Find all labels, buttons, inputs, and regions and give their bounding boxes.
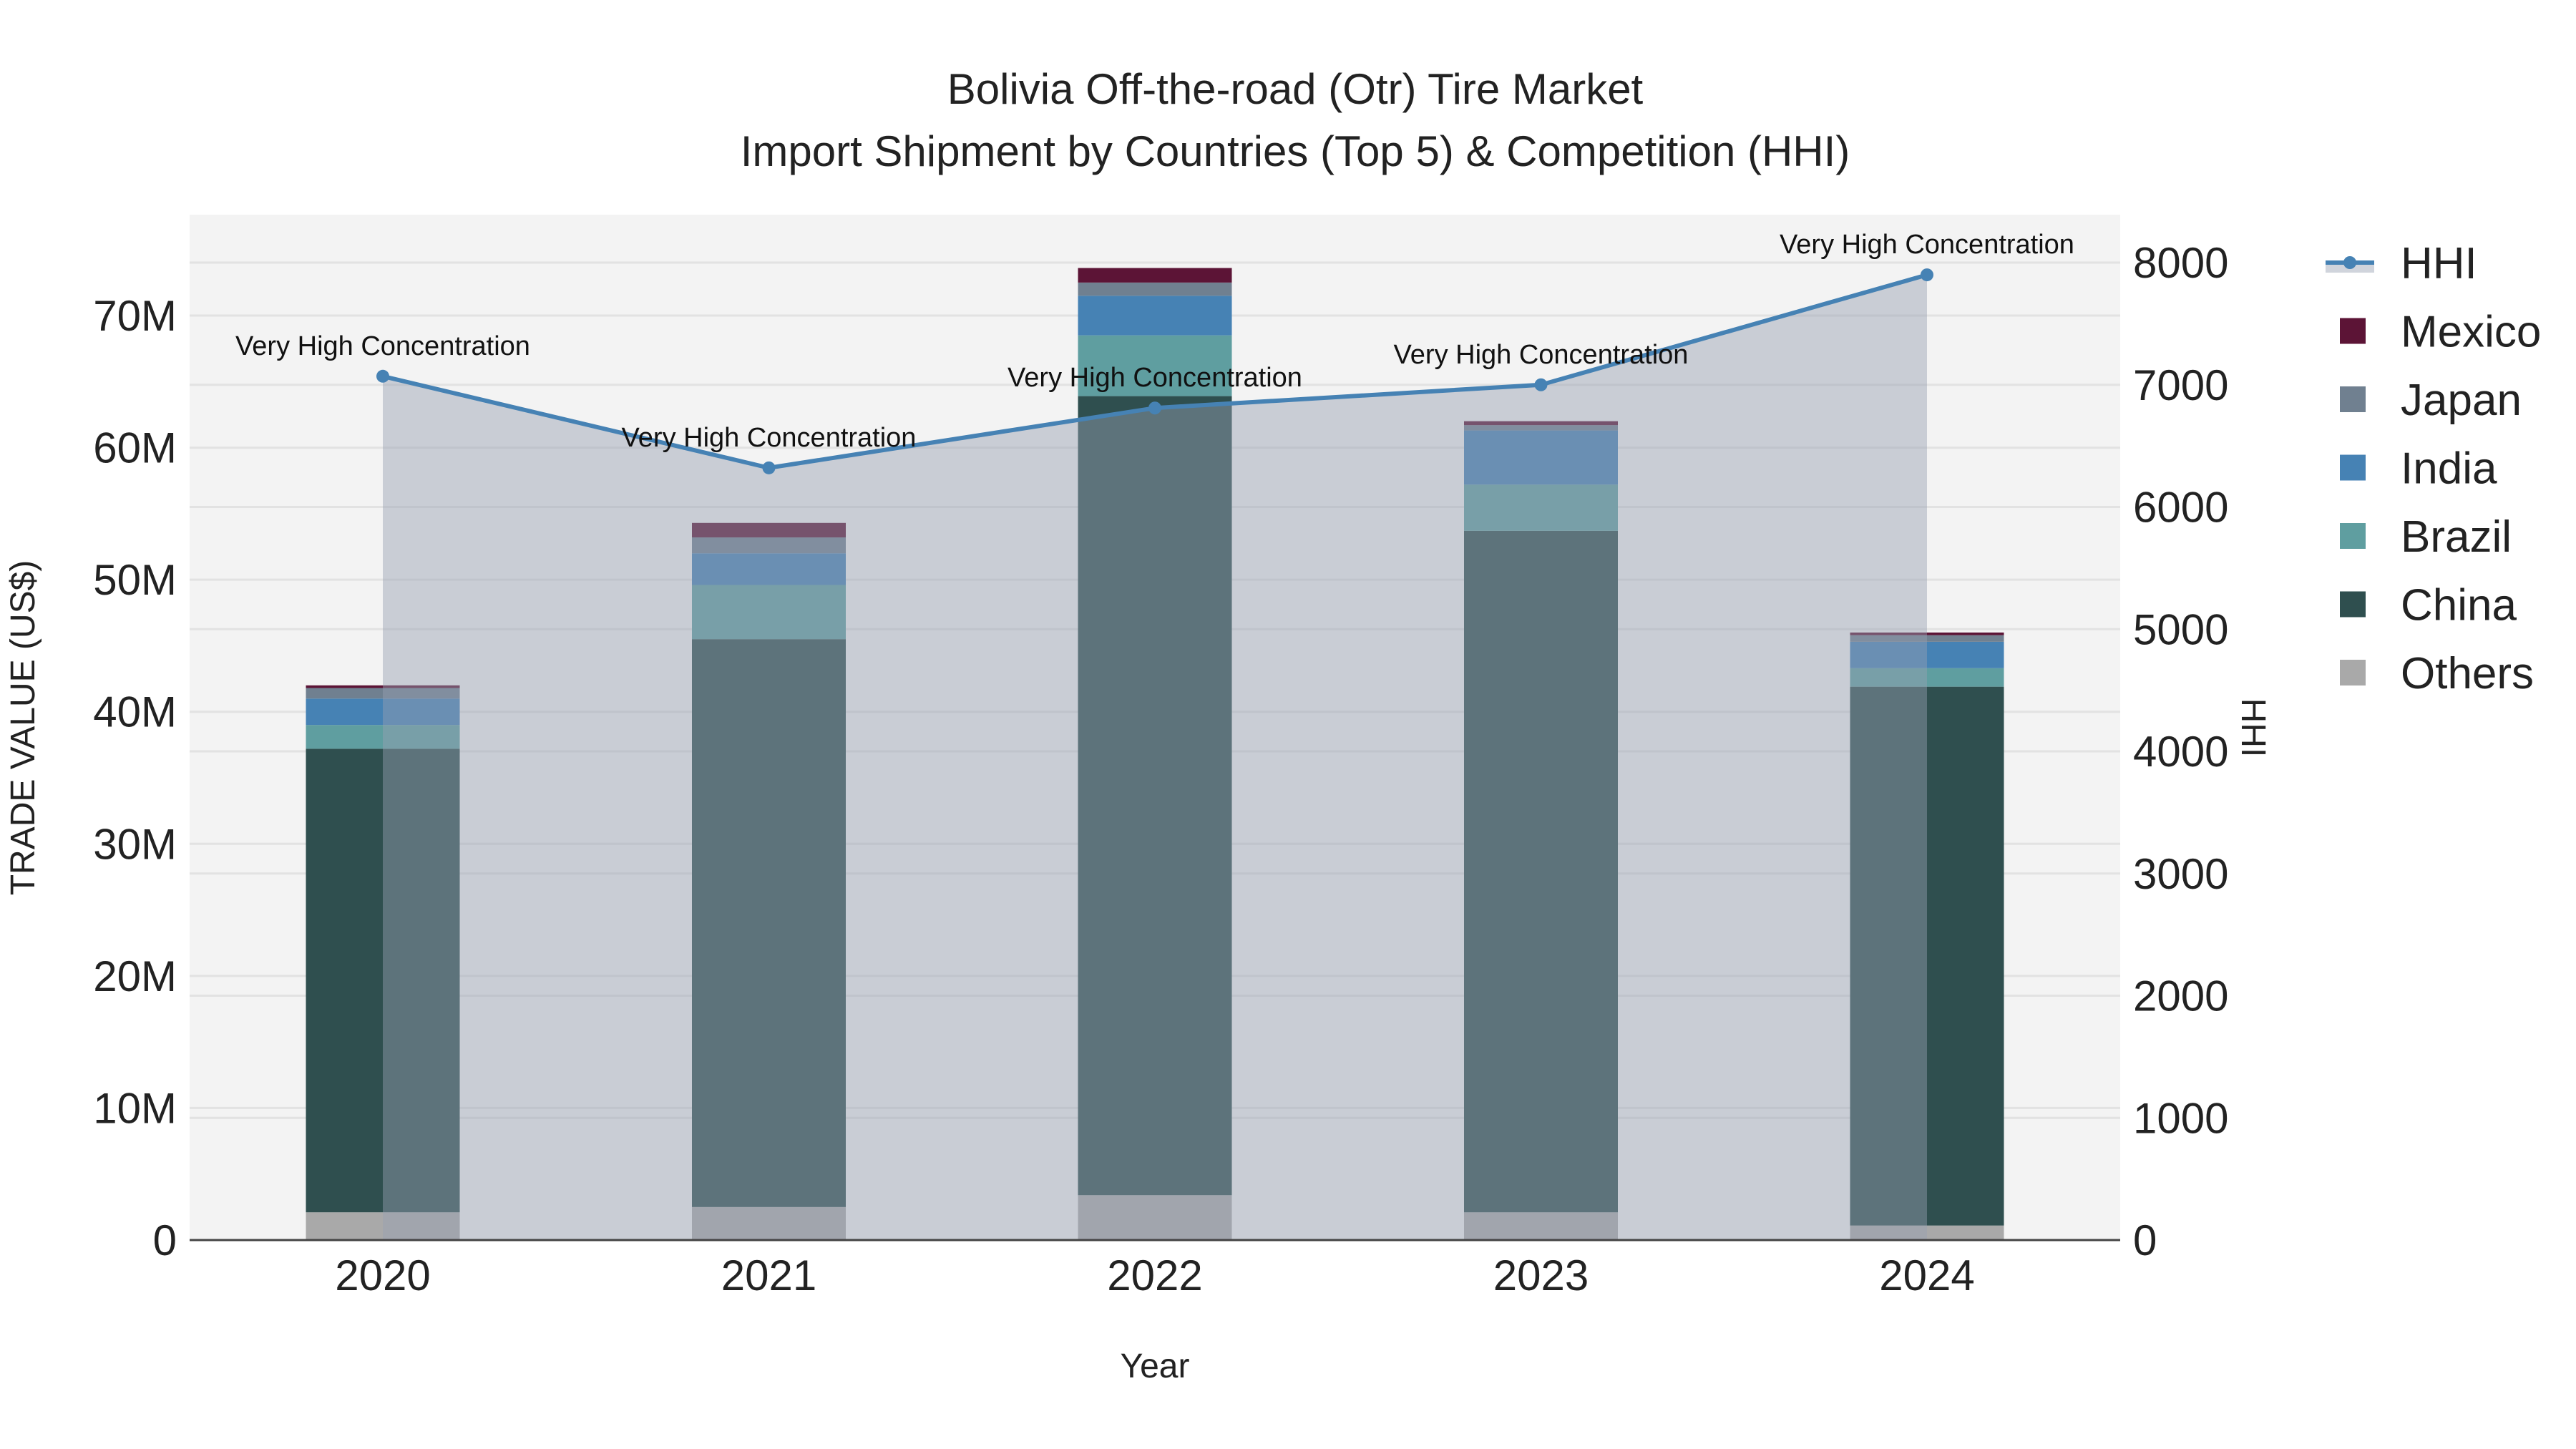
y2-tick-label: 4000 (2133, 728, 2228, 776)
hhi-point (1921, 268, 1933, 282)
x-tick-label: 2020 (335, 1252, 430, 1299)
bar-mexico-2022 (1078, 268, 1232, 283)
legend-swatch-india (2340, 454, 2366, 481)
y-tick-label: 70M (93, 292, 177, 340)
hhi-annotation: Very High Concentration (1394, 340, 1689, 370)
hhi-point (376, 369, 389, 383)
legend-label-mexico: Mexico (2401, 308, 2541, 357)
y2-tick-label: 8000 (2133, 239, 2228, 287)
y-tick-label: 10M (93, 1084, 177, 1132)
legend-label-india: India (2401, 444, 2497, 494)
legend-swatch-japan (2340, 386, 2366, 412)
hhi-annotation: Very High Concentration (1780, 230, 2074, 260)
legend-label-japan: Japan (2401, 376, 2522, 425)
legend-swatch-others (2340, 660, 2366, 686)
y2-tick-label: 1000 (2133, 1094, 2228, 1142)
bar-japan-2022 (1078, 282, 1232, 296)
y-tick-label: 20M (93, 952, 177, 1000)
hhi-point (1148, 401, 1161, 415)
legend-swatch-china (2340, 591, 2366, 618)
x-tick-label: 2023 (1493, 1252, 1589, 1299)
y-axis-title: TRADE VALUE (US$) (4, 560, 42, 896)
hhi-annotation: Very High Concentration (622, 423, 917, 453)
y2-tick-label: 2000 (2133, 972, 2228, 1020)
y2-tick-label: 6000 (2133, 484, 2228, 532)
x-axis-title: Year (1121, 1347, 1190, 1385)
legend-label-china: China (2401, 581, 2517, 630)
y2-axis-title: HHI (2234, 698, 2272, 758)
legend: HHI Mexico Japan India Brazil China Others (2326, 239, 2541, 698)
hhi-annotation: Very High Concentration (1008, 363, 1302, 393)
legend-hhi-marker (2343, 256, 2356, 269)
x-tick-label: 2022 (1107, 1252, 1202, 1299)
legend-label-brazil: Brazil (2401, 512, 2512, 562)
y-tick-label: 0 (153, 1216, 177, 1264)
bar-india-2022 (1078, 296, 1232, 336)
y-tick-label: 40M (93, 688, 177, 736)
y2-tick-label: 0 (2133, 1216, 2157, 1264)
hhi-point (762, 461, 776, 474)
hhi-annotation: Very High Concentration (235, 331, 530, 361)
x-tick-label: 2024 (1879, 1252, 1974, 1299)
chart-subtitle: Import Shipment by Countries (Top 5) & C… (741, 127, 1850, 175)
y2-tick-label: 5000 (2133, 605, 2228, 653)
legend-label-hhi: HHI (2401, 239, 2477, 288)
y-tick-labels: 0 10M 20M 30M 40M 50M 60M 70M (93, 292, 177, 1264)
y-tick-label: 50M (93, 556, 177, 604)
chart-title: Bolivia Off-the-road (Otr) Tire Market (947, 65, 1644, 113)
y-tick-label: 60M (93, 424, 177, 472)
y-tick-label: 30M (93, 820, 177, 868)
legend-swatch-brazil (2340, 523, 2366, 549)
y2-tick-labels: 0 1000 2000 3000 4000 5000 6000 7000 8000 (2133, 239, 2228, 1264)
chart: Bolivia Off-the-road (Otr) Tire Market I… (4, 65, 2541, 1385)
y2-tick-label: 7000 (2133, 361, 2228, 409)
legend-swatch-mexico (2340, 318, 2366, 344)
x-tick-label: 2021 (721, 1252, 816, 1299)
hhi-point (1534, 378, 1548, 391)
y2-tick-label: 3000 (2133, 850, 2228, 898)
x-tick-labels: 2020 2021 2022 2023 2024 (335, 1252, 1974, 1299)
legend-label-others: Others (2401, 649, 2534, 698)
